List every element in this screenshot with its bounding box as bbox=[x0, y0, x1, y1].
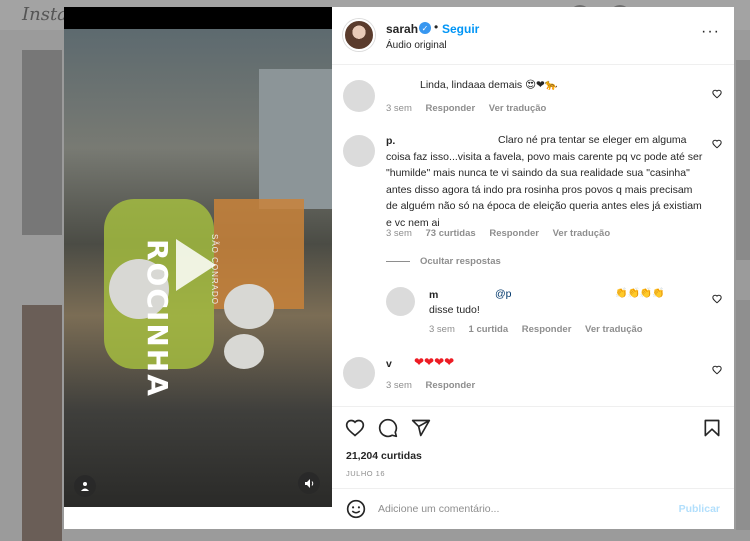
comment-meta: 3 sem Responder Ver tradução bbox=[386, 103, 557, 114]
reply-meta: 3 sem 1 curtida Responder Ver tradução bbox=[429, 324, 654, 335]
comment-emoji: ❤❤❤❤ bbox=[414, 355, 455, 369]
reply-likes[interactable]: 1 curtida bbox=[469, 324, 509, 335]
comment-time: 3 sem bbox=[386, 228, 412, 239]
video-helmet bbox=[224, 284, 274, 329]
post-media[interactable]: ROCINHA SÃO CONRADO bbox=[64, 7, 332, 507]
like-comment-icon[interactable] bbox=[712, 139, 722, 149]
tagged-users-icon[interactable] bbox=[74, 475, 96, 497]
post-likes-count[interactable]: 21,204 curtidas bbox=[346, 450, 422, 462]
video-helmet bbox=[224, 334, 264, 369]
post-modal: ROCINHA SÃO CONRADO sarah ✓ • Seguir Áud… bbox=[64, 7, 734, 529]
reply-button[interactable]: Responder bbox=[489, 228, 539, 239]
post-details-panel: sarah ✓ • Seguir Áudio original ··· Lind… bbox=[332, 7, 734, 529]
instagram-logo: Insta bbox=[22, 4, 68, 25]
video-building bbox=[259, 69, 332, 209]
comments-list[interactable]: Linda, lindaaa demais 😍❤🐆 3 sem Responde… bbox=[332, 66, 734, 406]
comment-avatar[interactable] bbox=[343, 135, 375, 167]
background-tile bbox=[736, 60, 750, 260]
sound-icon[interactable] bbox=[298, 472, 320, 494]
reply-button[interactable]: Responder bbox=[522, 324, 572, 335]
emoji-picker-icon[interactable] bbox=[346, 499, 366, 519]
like-post-icon[interactable] bbox=[345, 418, 365, 438]
like-reply-icon[interactable] bbox=[712, 294, 722, 304]
comment-username[interactable]: v bbox=[386, 358, 392, 370]
translate-button[interactable]: Ver tradução bbox=[585, 324, 643, 335]
background-tile bbox=[22, 305, 62, 541]
audio-label[interactable]: Áudio original bbox=[386, 40, 447, 51]
reply-username[interactable]: m bbox=[429, 289, 438, 301]
background-tile bbox=[736, 300, 750, 530]
reply-mention[interactable]: @p bbox=[495, 286, 512, 303]
reply-text: disse tudo! bbox=[429, 304, 480, 316]
follow-button[interactable]: Seguir bbox=[442, 22, 479, 36]
save-icon[interactable] bbox=[702, 418, 722, 438]
reply-button[interactable]: Responder bbox=[426, 103, 476, 114]
like-comment-icon[interactable] bbox=[712, 365, 722, 375]
background-tile bbox=[22, 50, 62, 235]
comment-input[interactable] bbox=[378, 497, 658, 521]
publish-comment-button[interactable]: Publicar bbox=[679, 503, 720, 515]
comment-avatar[interactable] bbox=[343, 357, 375, 389]
comment-icon[interactable] bbox=[378, 418, 398, 438]
comment-avatar[interactable] bbox=[343, 80, 375, 112]
more-options-icon[interactable]: ··· bbox=[701, 23, 720, 41]
like-comment-icon[interactable] bbox=[712, 89, 722, 99]
hide-replies-button[interactable]: Ocultar respostas bbox=[386, 256, 501, 267]
post-actions: 21,204 curtidas JULHO 16 bbox=[332, 406, 734, 488]
comment-meta: 3 sem Responder bbox=[386, 380, 486, 391]
play-icon[interactable] bbox=[176, 239, 216, 291]
post-date[interactable]: JULHO 16 bbox=[346, 469, 385, 478]
translate-button[interactable]: Ver tradução bbox=[553, 228, 611, 239]
author-avatar[interactable] bbox=[343, 19, 375, 51]
verified-badge-icon: ✓ bbox=[419, 22, 431, 34]
reply-button[interactable]: Responder bbox=[426, 380, 476, 391]
video-overlay-text: ROCINHA bbox=[141, 239, 174, 398]
post-header: sarah ✓ • Seguir Áudio original ··· bbox=[332, 7, 734, 65]
author-username[interactable]: sarah bbox=[386, 22, 418, 36]
translate-button[interactable]: Ver tradução bbox=[489, 103, 547, 114]
comment-text: Claro né pra tentar se eleger em alguma … bbox=[386, 134, 703, 229]
comment-text: Linda, lindaaa demais 😍❤🐆 bbox=[420, 79, 558, 91]
add-comment-bar: Publicar bbox=[332, 488, 734, 529]
header-separator: • bbox=[434, 20, 439, 34]
comment-likes[interactable]: 73 curtidas bbox=[426, 228, 476, 239]
reply-time: 3 sem bbox=[429, 324, 455, 335]
comment-meta: 3 sem 73 curtidas Responder Ver tradução bbox=[386, 228, 621, 239]
comment-time: 3 sem bbox=[386, 380, 412, 391]
reply-avatar[interactable] bbox=[386, 287, 415, 316]
share-icon[interactable] bbox=[411, 418, 431, 438]
comment-time: 3 sem bbox=[386, 103, 412, 114]
reply-emoji: 👏👏👏👏 bbox=[615, 288, 665, 299]
